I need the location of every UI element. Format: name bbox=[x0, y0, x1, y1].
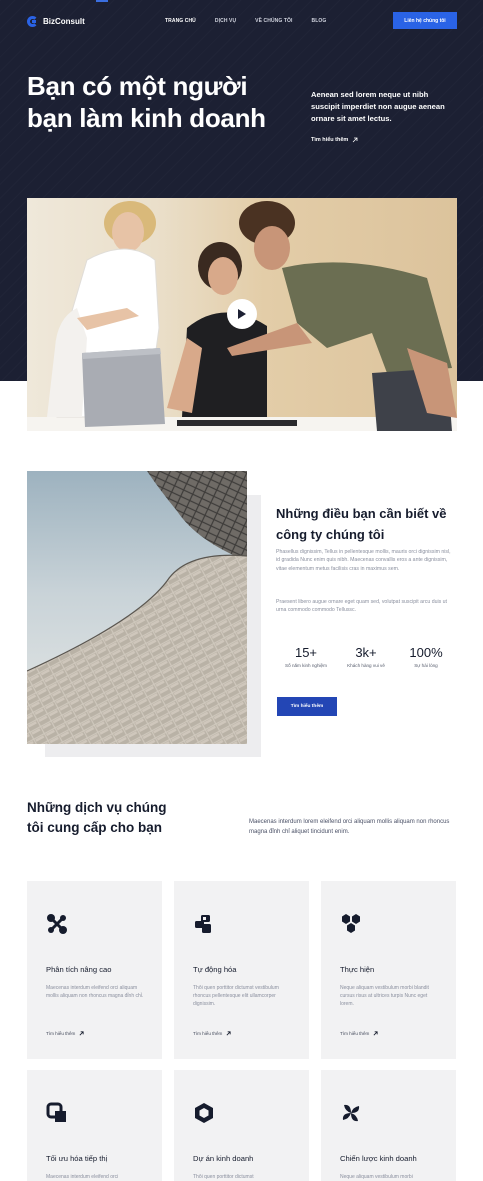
stat-customers: 3k+ Khách hàng vui vẻ bbox=[336, 645, 396, 668]
play-button[interactable] bbox=[227, 299, 257, 329]
arrow-up-right-icon bbox=[352, 137, 358, 143]
hero-side-text: Aenean sed lorem neque ut nibh suscipit … bbox=[311, 90, 445, 123]
service-card-project[interactable]: Dự án kinh doanh Thôi quen porttitor dic… bbox=[174, 1070, 309, 1181]
analytics-icon bbox=[47, 914, 67, 934]
stat-label: Khách hàng vui vẻ bbox=[347, 663, 385, 668]
menu-item-about[interactable]: Về chúng tôi bbox=[255, 18, 292, 24]
building-illustration bbox=[27, 471, 247, 744]
service-card-strategy[interactable]: Chiến lược kinh doanh Neque aliquam vest… bbox=[321, 1070, 456, 1181]
card-text: Maecenas interdum eleifend orci bbox=[46, 1174, 119, 1180]
card-text: Neque aliquam vestibulum morbi blandit c… bbox=[340, 985, 429, 1007]
contact-button[interactable]: Liên hệ chúng tôi bbox=[393, 12, 457, 29]
card-link-label: Tìm hiểu thêm bbox=[340, 1031, 370, 1036]
card-title: Chiến lược kinh doanh bbox=[340, 1154, 417, 1163]
card-title: Tự động hóa bbox=[193, 965, 237, 974]
about-title: Những điều bạn cần biết về công ty chúng… bbox=[276, 506, 447, 542]
hero-learn-more-link[interactable]: Tìm hiểu thêm bbox=[311, 137, 358, 143]
about-paragraph-1: Phasellus dignissim, Tellus in pellentes… bbox=[276, 549, 451, 572]
hero-title: Bạn có một người bạn làm kinh doanh bbox=[27, 71, 266, 133]
architecture-photo bbox=[27, 471, 247, 744]
stat-label: Số năm kinh nghiệm bbox=[285, 663, 327, 668]
services-description: Maecenas interdum lorem eleifend orci al… bbox=[249, 819, 450, 835]
card-learn-more-link[interactable]: Tìm hiểu thêm bbox=[46, 1031, 84, 1036]
card-title: Dự án kinh doanh bbox=[193, 1154, 254, 1163]
service-card-marketing[interactable]: Tối ưu hóa tiếp thị Maecenas interdum el… bbox=[27, 1070, 162, 1181]
hero-video-thumbnail[interactable] bbox=[27, 198, 457, 431]
menu-item-services[interactable]: Dịch vụ bbox=[215, 18, 236, 24]
hero-link-label: Tìm hiểu thêm bbox=[311, 137, 349, 143]
card-text: Thôi quen porttitor dictumst bbox=[193, 1174, 254, 1180]
project-icon bbox=[195, 1103, 213, 1123]
stat-value: 15+ bbox=[294, 645, 318, 660]
menu-item-home[interactable]: Trang chủ bbox=[165, 18, 196, 24]
service-card-analytics[interactable]: Phân tích nâng cao Maecenas interdum ele… bbox=[27, 881, 162, 1059]
card-text: Thôi quen porttitor dictumst vestibulum … bbox=[193, 985, 279, 1007]
stat-satisfaction: 100% Sự hài lòng bbox=[396, 645, 456, 668]
card-learn-more-link[interactable]: Tìm hiểu thêm bbox=[340, 1031, 378, 1036]
automation-icon bbox=[195, 915, 211, 933]
card-link-label: Tìm hiểu thêm bbox=[193, 1031, 223, 1036]
card-text: Neque aliquam vestibulum morbi bbox=[340, 1174, 413, 1180]
service-card-execution[interactable]: Thực hiện Neque aliquam vestibulum morbi… bbox=[321, 881, 456, 1059]
card-title: Tối ưu hóa tiếp thị bbox=[46, 1154, 108, 1163]
brand-name: BizConsult bbox=[43, 16, 85, 26]
navbar: BizConsult Trang chủ Dịch vụ Về chúng tô… bbox=[27, 12, 457, 30]
stats-row: 15+ Số năm kinh nghiệm 3k+ Khách hàng vu… bbox=[276, 645, 456, 668]
services-title: Những dịch vụ chúng tôi cung cấp cho bạn bbox=[27, 800, 167, 835]
stat-value: 3k+ bbox=[355, 645, 377, 660]
stat-experience: 15+ Số năm kinh nghiệm bbox=[276, 645, 336, 668]
logo-icon bbox=[27, 15, 38, 27]
arrow-up-right-icon bbox=[226, 1031, 231, 1036]
main-menu: Trang chủ Dịch vụ Về chúng tôi Blog bbox=[165, 18, 345, 24]
play-icon bbox=[238, 309, 246, 319]
stat-value: 100% bbox=[409, 645, 443, 660]
execution-icon bbox=[342, 914, 360, 933]
stat-label: Sự hài lòng bbox=[414, 663, 438, 668]
strategy-icon bbox=[342, 1104, 360, 1122]
about-learn-more-button[interactable]: Tìm hiểu thêm bbox=[277, 697, 337, 716]
logo[interactable]: BizConsult bbox=[27, 15, 85, 27]
card-learn-more-link[interactable]: Tìm hiểu thêm bbox=[193, 1031, 231, 1036]
arrow-up-right-icon bbox=[373, 1031, 378, 1036]
menu-item-blog[interactable]: Blog bbox=[312, 18, 327, 24]
about-paragraph-2: Praesent libero augue ornare eget quam s… bbox=[276, 599, 448, 614]
service-card-automation[interactable]: Tự động hóa Thôi quen porttitor dictumst… bbox=[174, 881, 309, 1059]
top-accent-line bbox=[96, 0, 108, 2]
arrow-up-right-icon bbox=[79, 1031, 84, 1036]
card-title: Phân tích nâng cao bbox=[46, 965, 112, 974]
card-text: Maecenas interdum eleifend orci aliquam … bbox=[46, 985, 144, 999]
card-link-label: Tìm hiểu thêm bbox=[46, 1031, 76, 1036]
marketing-icon bbox=[46, 1102, 66, 1122]
card-title: Thực hiện bbox=[340, 965, 375, 974]
